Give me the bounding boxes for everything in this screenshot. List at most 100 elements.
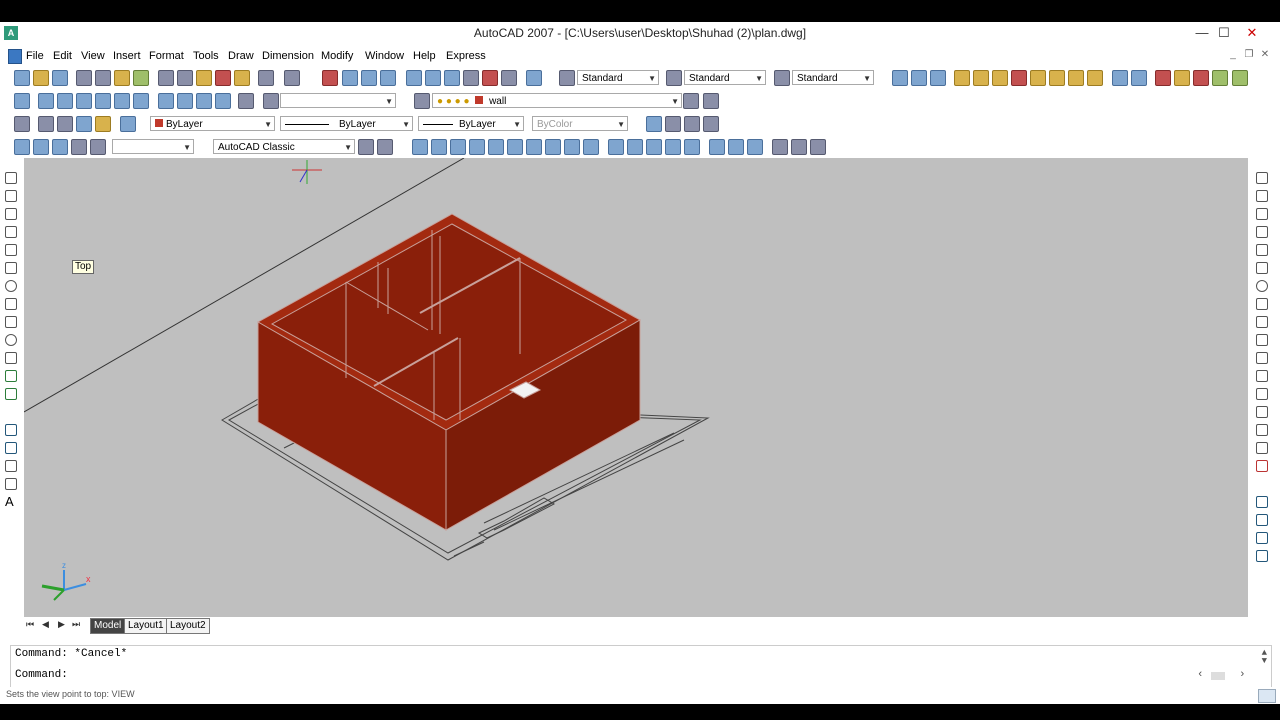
draworder-above-icon[interactable] bbox=[1256, 532, 1268, 544]
pyramid-icon[interactable] bbox=[545, 139, 561, 155]
3d-align-icon[interactable] bbox=[810, 139, 826, 155]
table-icon[interactable] bbox=[5, 478, 17, 490]
materials-icon[interactable] bbox=[120, 116, 136, 132]
view-front-icon[interactable] bbox=[114, 93, 130, 109]
layer-manager-icon[interactable] bbox=[14, 93, 30, 109]
text-style-icon[interactable] bbox=[559, 70, 575, 86]
nw-iso-icon[interactable] bbox=[215, 93, 231, 109]
plotstyle-dropdown[interactable]: ByColor ▼ bbox=[532, 116, 628, 131]
menu-help[interactable]: Help bbox=[413, 50, 436, 62]
ucs-object-icon[interactable] bbox=[1068, 70, 1084, 86]
command-scroll-thumb[interactable] bbox=[1211, 672, 1225, 680]
command-prompt[interactable]: Command: bbox=[15, 669, 68, 681]
3d-rotate-icon[interactable] bbox=[791, 139, 807, 155]
box-icon[interactable] bbox=[954, 70, 970, 86]
help-icon[interactable] bbox=[526, 70, 542, 86]
view-top-icon[interactable] bbox=[38, 93, 54, 109]
union-icon[interactable] bbox=[709, 139, 725, 155]
render-icon[interactable] bbox=[95, 116, 111, 132]
cone-icon[interactable] bbox=[469, 139, 485, 155]
tool-palettes-icon[interactable] bbox=[444, 70, 460, 86]
world-ucs-icon[interactable] bbox=[1212, 70, 1228, 86]
layer-dropdown[interactable]: ● ● ● ● wall ▼ bbox=[432, 93, 682, 108]
draworder-under-icon[interactable] bbox=[1256, 550, 1268, 562]
apply-ucs-icon[interactable] bbox=[1174, 70, 1190, 86]
menu-dimension[interactable]: Dimension bbox=[262, 50, 314, 62]
sun-icon[interactable] bbox=[684, 116, 700, 132]
menu-edit[interactable]: Edit bbox=[53, 50, 72, 62]
ne-iso-icon[interactable] bbox=[196, 93, 212, 109]
gradient-icon[interactable] bbox=[5, 442, 17, 454]
previous-tab-button[interactable]: ◀ bbox=[42, 619, 49, 630]
viewport-icon[interactable] bbox=[14, 139, 30, 155]
extrude-icon[interactable] bbox=[608, 139, 624, 155]
plot-preview-icon[interactable] bbox=[95, 70, 111, 86]
ucs-z-icon[interactable] bbox=[1155, 70, 1171, 86]
mirror-icon[interactable] bbox=[1256, 208, 1268, 220]
view-top-button-icon[interactable] bbox=[38, 116, 54, 132]
clip-viewport-icon[interactable] bbox=[90, 139, 106, 155]
arc-icon[interactable] bbox=[5, 262, 17, 274]
convert-object-viewport-icon[interactable] bbox=[71, 139, 87, 155]
menu-modify[interactable]: Modify bbox=[321, 50, 353, 62]
publish-icon[interactable] bbox=[114, 70, 130, 86]
draworder-back-icon[interactable] bbox=[1256, 514, 1268, 526]
break-icon[interactable] bbox=[1256, 388, 1268, 400]
ucs-x-icon[interactable] bbox=[1112, 70, 1128, 86]
lineweight-dropdown[interactable]: ByLayer ▼ bbox=[418, 116, 524, 131]
shade-icon[interactable] bbox=[76, 116, 92, 132]
fillet-icon[interactable] bbox=[1256, 442, 1268, 454]
3d-dwf-icon[interactable] bbox=[133, 70, 149, 86]
wedge-icon[interactable] bbox=[450, 139, 466, 155]
zoom-realtime-icon[interactable] bbox=[342, 70, 358, 86]
view-bottom-icon[interactable] bbox=[57, 93, 73, 109]
view-right-icon[interactable] bbox=[95, 93, 111, 109]
continuous-orbit-icon[interactable] bbox=[930, 70, 946, 86]
copy-icon[interactable] bbox=[177, 70, 193, 86]
point-icon[interactable] bbox=[5, 406, 17, 418]
loft-icon[interactable] bbox=[684, 139, 700, 155]
zoom-window-icon[interactable] bbox=[361, 70, 377, 86]
cut-icon[interactable] bbox=[158, 70, 174, 86]
sw-iso-icon[interactable] bbox=[158, 93, 174, 109]
line-icon[interactable] bbox=[5, 172, 17, 184]
new-icon[interactable] bbox=[14, 70, 30, 86]
mdi-minimize-button[interactable]: _ bbox=[1226, 49, 1240, 61]
text-icon[interactable] bbox=[14, 116, 30, 132]
command-scroll-down-icon[interactable]: ▼ bbox=[1262, 656, 1267, 666]
view-ucs-icon[interactable] bbox=[992, 70, 1008, 86]
lights-icon[interactable] bbox=[665, 116, 681, 132]
ucs-y-icon[interactable] bbox=[1131, 70, 1147, 86]
linetype-dropdown[interactable]: ByLayer ▼ bbox=[280, 116, 413, 131]
3d-orbit-icon[interactable] bbox=[892, 70, 908, 86]
subtract-icon[interactable] bbox=[728, 139, 744, 155]
sweep-icon[interactable] bbox=[646, 139, 662, 155]
document-icon[interactable] bbox=[8, 49, 22, 64]
explode-icon[interactable] bbox=[1256, 460, 1268, 472]
mdi-close-button[interactable]: ✕ bbox=[1258, 49, 1272, 61]
tab-layout1[interactable]: Layout1 bbox=[124, 618, 168, 634]
table-style-dropdown[interactable]: Standard ▼ bbox=[792, 70, 874, 85]
hatch-icon[interactable] bbox=[5, 424, 17, 436]
next-tab-button[interactable]: ▶ bbox=[58, 619, 65, 630]
rectangle-icon[interactable] bbox=[5, 244, 17, 256]
ucs-face-icon[interactable] bbox=[1087, 70, 1103, 86]
tray-settings-icon[interactable] bbox=[1258, 689, 1276, 703]
match-properties-icon[interactable] bbox=[215, 70, 231, 86]
maximize-button[interactable]: ☐ bbox=[1210, 22, 1238, 44]
undo-icon[interactable] bbox=[258, 70, 274, 86]
named-views-icon[interactable] bbox=[263, 93, 279, 109]
solid-box-icon[interactable] bbox=[431, 139, 447, 155]
menu-insert[interactable]: Insert bbox=[113, 50, 141, 62]
tab-layout2[interactable]: Layout2 bbox=[166, 618, 210, 634]
properties-icon[interactable] bbox=[406, 70, 422, 86]
ucs-previous-icon[interactable] bbox=[1193, 70, 1209, 86]
text-style-dropdown[interactable]: Standard ▼ bbox=[577, 70, 659, 85]
construction-line-icon[interactable] bbox=[5, 190, 17, 202]
last-tab-button[interactable]: ⏭ bbox=[72, 619, 80, 630]
erase-icon[interactable] bbox=[1256, 172, 1268, 184]
command-scroll-right-icon[interactable]: › bbox=[1239, 669, 1246, 681]
array-icon[interactable] bbox=[1256, 244, 1268, 256]
free-orbit-icon[interactable] bbox=[911, 70, 927, 86]
mdi-restore-button[interactable]: ❐ bbox=[1242, 49, 1256, 61]
